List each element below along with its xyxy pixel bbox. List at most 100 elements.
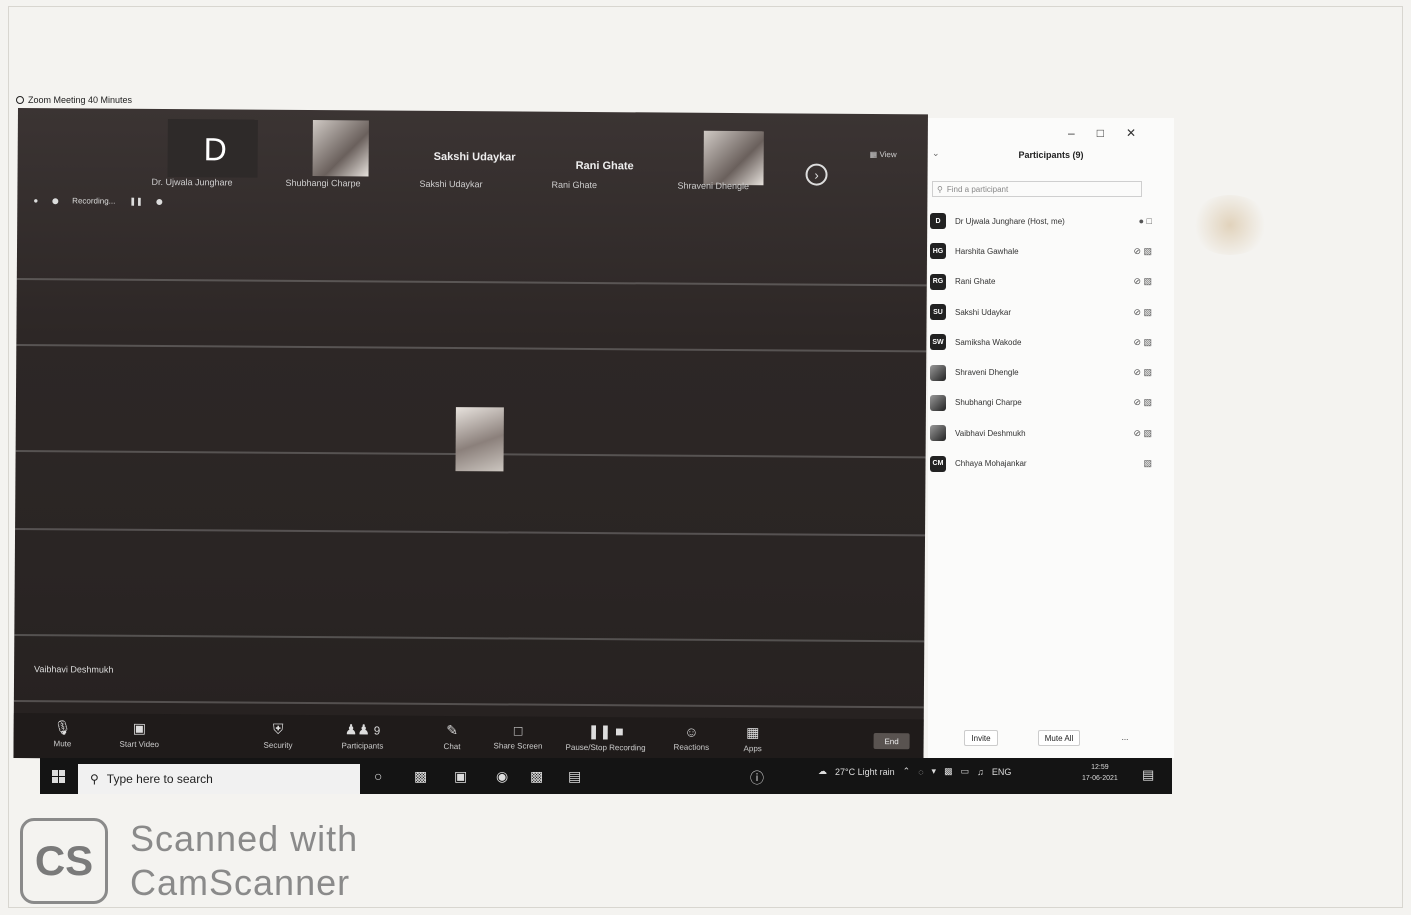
clock-date: 17-06-2021 <box>1082 775 1118 782</box>
control-label: Chat <box>443 741 461 752</box>
muted-video-off-icon[interactable]: ⊘ ▧ <box>1133 367 1152 378</box>
participant-photo[interactable] <box>312 120 369 177</box>
meeting-video-area: D Sakshi Udaykar Rani Ghate Dr. Ujwala J… <box>13 108 928 765</box>
muted-video-off-icon[interactable]: ⊘ ▧ <box>1133 337 1152 348</box>
mute-all-button[interactable]: Mute All <box>1038 730 1080 746</box>
zoom-taskbar-icon[interactable]: ▩ <box>530 768 543 785</box>
gear-icon[interactable]: ● <box>33 196 38 205</box>
file-explorer-icon[interactable]: ▣ <box>454 768 467 785</box>
avatar: RG <box>930 273 946 290</box>
more-options-button[interactable]: ... <box>1118 730 1132 744</box>
mic-video-status-icon[interactable]: ● □ <box>1139 216 1152 226</box>
participant-list: D Dr Ujwala Junghare (Host, me) ● □ HG Hars… <box>930 206 1160 479</box>
control-label: Share Screen <box>493 741 543 751</box>
end-meeting-button[interactable]: End <box>873 732 910 750</box>
chevron-up-icon[interactable]: ⌃ <box>903 766 911 777</box>
participants-button[interactable]: ♟♟ 9 Participants <box>342 721 384 750</box>
participant-name: Chhaya Mohajankar <box>955 459 1027 469</box>
participant-row[interactable]: D Dr Ujwala Junghare (Host, me) ● □ <box>930 206 1160 236</box>
share-screen-button[interactable]: □ Share Screen <box>494 722 543 750</box>
participant-row[interactable]: Shubhangi Charpe ⊘ ▧ <box>930 388 1160 418</box>
thumbnail-caption: Shraveni Dhengle <box>677 180 750 192</box>
app-taskbar-icon[interactable]: ▤ <box>568 768 581 785</box>
recording-button[interactable]: ❚❚ ■ Pause/Stop Recording <box>566 722 646 752</box>
participant-row[interactable]: SW Samiksha Wakode ⊘ ▧ <box>930 327 1160 357</box>
muted-video-off-icon[interactable]: ⊘ ▧ <box>1133 397 1152 408</box>
system-tray: ☁ 27°C Light rain ⌃ ◌ ▾ ▩ ▭ ♫ ENG <box>818 766 1011 777</box>
chrome-icon[interactable]: ◉ <box>496 768 508 785</box>
battery-icon[interactable]: ▭ <box>961 766 970 777</box>
stop-recording-icon[interactable] <box>156 198 163 205</box>
avatar: HG <box>930 243 946 260</box>
meeting-controls-bar: 🎙 Mute ▣ Start Video ⛨ Security ♟♟ 9 Partici… <box>13 712 924 765</box>
control-label: Start Video <box>119 739 160 749</box>
task-view-icon[interactable]: ▩ <box>414 768 427 785</box>
control-label: Apps <box>743 744 762 754</box>
next-page-button[interactable]: › <box>805 163 828 186</box>
reactions-button[interactable]: ☺ Reactions <box>674 724 710 752</box>
window-controls: – □ ✕ <box>1068 126 1136 140</box>
camscanner-logo: CS <box>20 818 108 904</box>
muted-video-off-icon[interactable]: ⊘ ▧ <box>1133 246 1152 257</box>
security-button[interactable]: ⛨ Security <box>264 721 293 750</box>
search-icon: ⚲ <box>937 184 943 194</box>
weather-text[interactable]: 27°C Light rain <box>835 767 895 777</box>
video-off-icon[interactable]: ▧ <box>1143 458 1152 469</box>
thumbnail-name: Rani Ghate <box>575 159 634 173</box>
participant-row[interactable]: Vaibhavi Deshmukh ⊘ ▧ <box>930 418 1160 448</box>
tray-app-icon[interactable]: ◌ <box>918 767 923 777</box>
help-icon[interactable]: ⓘ <box>750 768 764 788</box>
participant-row[interactable]: CM Chhaya Mohajankar ▧ <box>930 448 1160 478</box>
watermark-line-1: Scanned with <box>130 818 359 859</box>
shield-icon: ⛨ <box>272 720 284 737</box>
participant-row[interactable]: HG Harshita Gawhale ⊘ ▧ <box>930 236 1160 266</box>
search-placeholder: Find a participant <box>946 184 1009 194</box>
participant-row[interactable]: Shraveni Dhengle ⊘ ▧ <box>930 357 1160 387</box>
participants-panel-footer: Invite Mute All ... <box>928 726 1174 750</box>
language-indicator[interactable]: ENG <box>992 767 1012 777</box>
muted-video-off-icon[interactable]: ⊘ ▧ <box>1133 428 1152 439</box>
participant-search-input[interactable]: ⚲ Find a participant <box>932 181 1142 197</box>
participant-name: Samiksha Wakode <box>955 337 1022 347</box>
mute-button[interactable]: 🎙 Mute <box>54 719 72 748</box>
minimize-icon[interactable]: – <box>1068 126 1075 140</box>
invite-button[interactable]: Invite <box>964 730 998 746</box>
start-video-button[interactable]: ▣ Start Video <box>120 720 160 749</box>
paper-stain <box>1190 195 1270 255</box>
recording-icon: ❚❚ ■ <box>587 722 624 740</box>
view-button[interactable]: ▦ View <box>870 150 897 159</box>
taskbar-clock[interactable]: 12:59 17-06-2021 <box>1082 762 1118 784</box>
usb-icon[interactable]: ▾ <box>932 766 937 777</box>
avatar: SU <box>930 304 946 321</box>
apps-button[interactable]: ▦ Apps <box>744 724 762 753</box>
participant-initial: D <box>203 131 227 168</box>
taskbar-search-input[interactable]: ⚲ Type here to search <box>78 764 360 794</box>
chat-button[interactable]: ✎ Chat <box>444 722 461 751</box>
video-icon: ▣ <box>132 719 147 736</box>
weather-icon: ☁ <box>818 766 827 776</box>
close-icon[interactable]: ✕ <box>1126 126 1136 140</box>
participant-name: Rani Ghate <box>955 277 996 287</box>
taskbar-search-placeholder: Type here to search <box>106 772 213 786</box>
muted-video-off-icon[interactable]: ⊘ ▧ <box>1133 307 1152 318</box>
windows-start-icon[interactable] <box>52 770 65 783</box>
volume-icon[interactable]: ♫ <box>977 767 984 777</box>
participant-row[interactable]: RG Rani Ghate ⊘ ▧ <box>930 267 1160 297</box>
pause-recording-icon[interactable]: ❚❚ <box>129 197 142 206</box>
network-icon[interactable]: ▩ <box>944 766 953 777</box>
restore-icon[interactable]: □ <box>1097 126 1104 140</box>
participant-name: Sakshi Udaykar <box>955 307 1012 317</box>
notification-icon[interactable]: ▤ <box>1142 767 1154 783</box>
cortana-icon[interactable]: ○ <box>374 768 382 784</box>
muted-video-off-icon[interactable]: ⊘ ▧ <box>1133 276 1152 287</box>
chat-icon: ✎ <box>446 722 459 739</box>
control-label: Mute <box>53 739 72 749</box>
avatar: CM <box>930 455 946 472</box>
scan-artifact-line <box>15 527 926 537</box>
reactions-icon: ☺ <box>684 723 699 740</box>
control-label: Security <box>263 740 293 750</box>
participant-count: 9 <box>373 724 381 738</box>
participant-photo[interactable] <box>703 130 764 186</box>
participant-row[interactable]: SU Sakshi Udaykar ⊘ ▧ <box>930 297 1160 327</box>
window-title: Zoom Meeting 40 Minutes <box>28 95 133 105</box>
